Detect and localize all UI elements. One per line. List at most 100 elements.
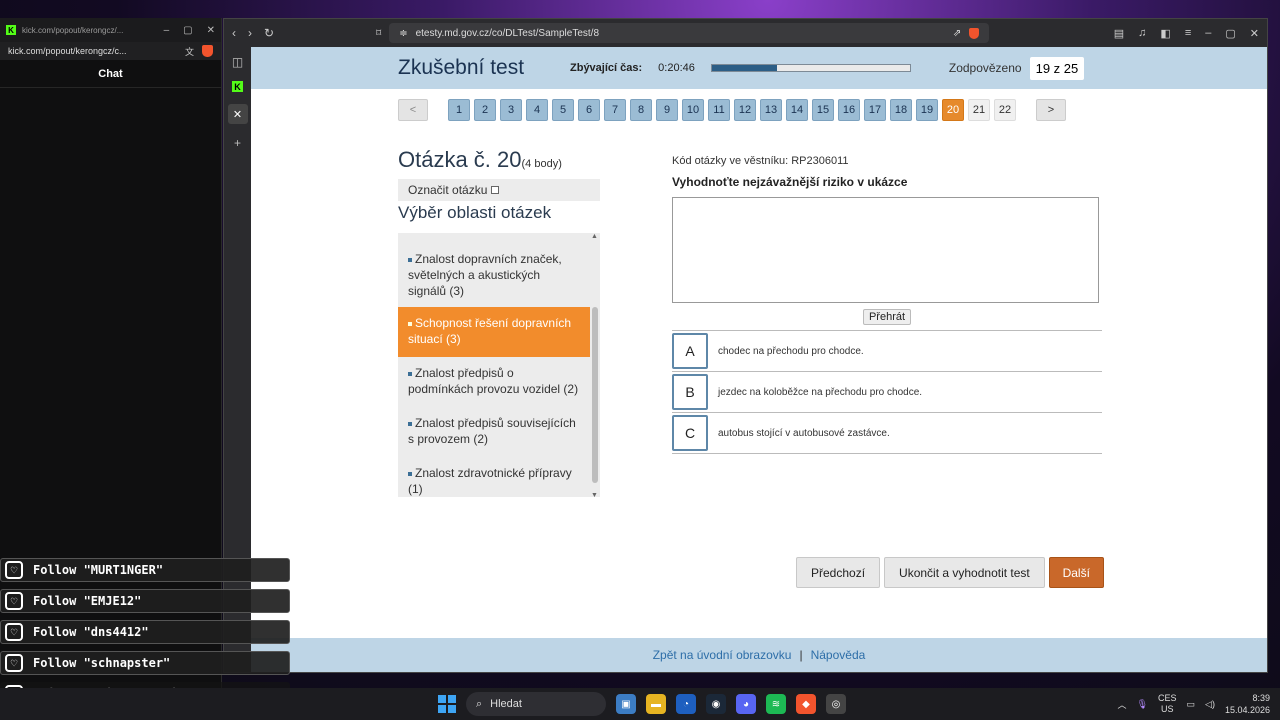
back-icon[interactable]: ‹ bbox=[232, 26, 236, 40]
answer-list: Achodec na přechodu pro chodce. Bjezdec n… bbox=[672, 330, 1102, 454]
video-player[interactable] bbox=[672, 197, 1099, 303]
address-url[interactable]: etesty.md.gov.cz/co/DLTest/SampleTest/8 bbox=[416, 28, 599, 39]
answer-option[interactable]: Cautobus stojící v autobusové zastávce. bbox=[672, 413, 1102, 454]
question-nav-button[interactable]: 2 bbox=[474, 99, 496, 121]
question-nav-button[interactable]: 21 bbox=[968, 99, 990, 121]
question-nav-button[interactable]: 4 bbox=[526, 99, 548, 121]
prev-question-button[interactable]: < bbox=[398, 99, 428, 121]
page-title: Zkušební test bbox=[398, 56, 525, 79]
address-bar[interactable]: ≑ etesty.md.gov.cz/co/DLTest/SampleTest/… bbox=[389, 23, 990, 43]
app-icon[interactable]: ◎ bbox=[826, 694, 846, 714]
mark-question[interactable]: Označit otázku bbox=[398, 179, 600, 201]
area-item[interactable]: Znalost dopravních značek, světelných a … bbox=[398, 243, 590, 307]
sidebar-icon[interactable]: ◧ bbox=[1160, 27, 1170, 40]
area-scrollbar[interactable]: ▲ ▼ bbox=[591, 233, 598, 499]
question-nav-button[interactable]: 22 bbox=[994, 99, 1016, 121]
new-tab-icon[interactable]: + bbox=[234, 136, 241, 150]
area-item[interactable]: Schopnost řešení dopravních situací (3) bbox=[398, 307, 590, 357]
brave-shield-icon[interactable] bbox=[202, 44, 213, 57]
music-icon[interactable]: ♫ bbox=[1138, 27, 1146, 40]
close-icon[interactable]: ✕ bbox=[1250, 27, 1259, 40]
language-bottom: US bbox=[1161, 704, 1174, 714]
brave-shield-icon[interactable] bbox=[969, 27, 980, 39]
mark-question-checkbox[interactable] bbox=[491, 186, 500, 194]
share-icon[interactable]: ⇗ bbox=[953, 28, 961, 39]
scroll-up-icon[interactable]: ▲ bbox=[591, 233, 598, 240]
taskbar-search[interactable]: ⌕ Hledat bbox=[466, 692, 606, 716]
chat-url[interactable]: kick.com/popout/kerongcz/c... bbox=[8, 46, 127, 56]
reload-icon[interactable]: ↻ bbox=[264, 26, 274, 40]
question-nav-button[interactable]: 9 bbox=[656, 99, 678, 121]
forward-icon[interactable]: › bbox=[248, 26, 252, 40]
tab-close-icon[interactable]: ✕ bbox=[227, 104, 248, 124]
question-nav-button[interactable]: 14 bbox=[786, 99, 808, 121]
area-item-label: Znalost předpisů o podmínkách provozu vo… bbox=[408, 366, 579, 396]
steam-icon[interactable]: ◉ bbox=[706, 694, 726, 714]
brave-icon[interactable]: ◆ bbox=[796, 694, 816, 714]
previous-button[interactable]: Předchozí bbox=[796, 557, 881, 588]
tab-kick-icon[interactable]: K bbox=[232, 81, 243, 92]
area-item[interactable]: Znalost předpisů o podmínkách provozu vo… bbox=[398, 357, 590, 407]
sidebar-toggle-icon[interactable]: ◫ bbox=[232, 55, 243, 69]
alert-text: Follow "EMJE12" bbox=[33, 594, 142, 608]
search-icon: ⌕ bbox=[476, 697, 483, 710]
question-nav-button[interactable]: 16 bbox=[838, 99, 860, 121]
question-navigation: < 1 2 3 4 5 6 7 8 9 10 11 12 13 14 15 16 17 18 19 20 21 22 > bbox=[398, 99, 1066, 121]
question-nav-button[interactable]: 7 bbox=[604, 99, 626, 121]
photos-icon[interactable]: ▣ bbox=[616, 694, 636, 714]
volume-icon[interactable]: ◁) bbox=[1205, 699, 1215, 710]
area-item[interactable]: Znalost zdravotnické přípravy (1) bbox=[398, 457, 590, 507]
translate-icon[interactable]: 文 bbox=[185, 45, 194, 58]
next-button[interactable]: Další bbox=[1048, 557, 1104, 588]
question-nav-button[interactable]: 12 bbox=[734, 99, 756, 121]
bookmark-icon[interactable]: ⌑ bbox=[376, 28, 381, 39]
menu-icon[interactable]: ≡ bbox=[1185, 27, 1191, 40]
file-explorer-icon[interactable]: ▬ bbox=[646, 694, 666, 714]
language-indicator[interactable]: CES US bbox=[1158, 693, 1177, 715]
question-nav-button[interactable]: 17 bbox=[864, 99, 886, 121]
area-item-label: Schopnost řešení dopravních situací (3) bbox=[408, 316, 572, 346]
question-nav-button[interactable]: 18 bbox=[890, 99, 912, 121]
home-link[interactable]: Zpět na úvodní obrazovku bbox=[653, 648, 792, 662]
minimize-icon[interactable]: – bbox=[1205, 27, 1211, 40]
spotify-icon[interactable]: ≋ bbox=[766, 694, 786, 714]
area-item[interactable]: Znalost předpisů souvisejících s provoze… bbox=[398, 407, 590, 457]
windows-start-icon[interactable] bbox=[438, 695, 456, 713]
chat-url-bar[interactable]: kick.com/popout/kerongcz/c... 文 bbox=[0, 42, 221, 60]
question-nav-button[interactable]: 10 bbox=[682, 99, 704, 121]
question-nav-button[interactable]: 13 bbox=[760, 99, 782, 121]
help-link[interactable]: Nápověda bbox=[811, 648, 866, 662]
finish-test-button[interactable]: Ukončit a vyhodnotit test bbox=[884, 557, 1045, 588]
play-button[interactable]: Přehrát bbox=[862, 309, 912, 325]
minimize-icon[interactable]: – bbox=[164, 25, 170, 36]
question-nav-button[interactable]: 6 bbox=[578, 99, 600, 121]
scroll-down-icon[interactable]: ▼ bbox=[591, 492, 598, 499]
question-nav-button[interactable]: 15 bbox=[812, 99, 834, 121]
question-nav-button[interactable]: 5 bbox=[552, 99, 574, 121]
edge-icon[interactable]: ◔ bbox=[676, 694, 696, 714]
question-nav-button[interactable]: 3 bbox=[500, 99, 522, 121]
close-icon[interactable]: ✕ bbox=[207, 25, 215, 36]
question-nav-button[interactable]: 1 bbox=[448, 99, 470, 121]
question-nav-button[interactable]: 8 bbox=[630, 99, 652, 121]
scroll-thumb[interactable] bbox=[592, 307, 598, 483]
tray-chevron-icon[interactable]: ︿ bbox=[1118, 698, 1127, 711]
question-nav-button[interactable]: 19 bbox=[916, 99, 938, 121]
clock[interactable]: 8:39 15.04.2026 bbox=[1225, 692, 1270, 716]
browser-window: ‹ › ↻ ⌑ ≑ etesty.md.gov.cz/co/DLTest/Sam… bbox=[223, 18, 1268, 673]
question-nav-button[interactable]: 11 bbox=[708, 99, 730, 121]
answer-letter-button[interactable]: B bbox=[672, 374, 708, 410]
maximize-icon[interactable]: ▢ bbox=[183, 25, 192, 36]
next-question-button[interactable]: > bbox=[1036, 99, 1066, 121]
discord-icon[interactable]: ◕ bbox=[736, 694, 756, 714]
network-icon[interactable]: ▭ bbox=[1187, 699, 1196, 710]
answer-letter-button[interactable]: C bbox=[672, 415, 708, 451]
answer-option[interactable]: Achodec na přechodu pro chodce. bbox=[672, 331, 1102, 372]
microphone-icon[interactable]: 🎙 bbox=[1137, 699, 1148, 710]
site-settings-icon[interactable]: ≑ bbox=[399, 28, 407, 39]
reader-icon[interactable]: ▤ bbox=[1114, 27, 1124, 40]
answer-letter-button[interactable]: A bbox=[672, 333, 708, 369]
answer-option[interactable]: Bjezdec na koloběžce na přechodu pro cho… bbox=[672, 372, 1102, 413]
maximize-icon[interactable]: ▢ bbox=[1225, 27, 1235, 40]
question-nav-button[interactable]: 20 bbox=[942, 99, 964, 121]
